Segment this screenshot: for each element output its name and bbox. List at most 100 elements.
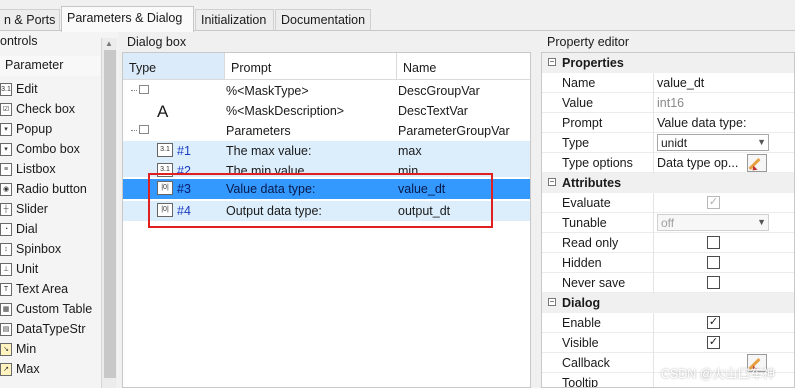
textarea-icon: T bbox=[0, 283, 12, 296]
control-slider[interactable]: ┼ Slider bbox=[0, 200, 100, 220]
parameter-label: Parameter bbox=[5, 58, 64, 72]
chevron-down-icon: ▼ bbox=[757, 137, 766, 147]
chevron-down-icon: ▼ bbox=[757, 217, 766, 227]
tab-bar: n & Ports Parameters & Dialog Initializa… bbox=[0, 0, 795, 32]
spinbox-icon: ↕ bbox=[0, 243, 12, 256]
tunable-select[interactable]: off ▼ bbox=[657, 214, 769, 231]
control-spinbox[interactable]: ↕ Spinbox bbox=[0, 240, 100, 260]
tree-connector bbox=[131, 130, 137, 131]
prop-prompt-row[interactable]: Prompt Value data type: bbox=[542, 113, 794, 133]
scrollbar-thumb[interactable] bbox=[104, 50, 116, 378]
pencil-edit-icon[interactable] bbox=[747, 154, 767, 173]
prop-value-value[interactable]: int16 bbox=[657, 96, 684, 110]
control-datatypestr[interactable]: ▤ DataTypeStr bbox=[0, 320, 100, 340]
dialog-box-title: Dialog box bbox=[127, 35, 187, 49]
slider-icon: ┼ bbox=[0, 203, 12, 216]
table-row[interactable]: A %<MaskDescription> DescTextVar bbox=[123, 101, 530, 121]
unit-icon: ⊥ bbox=[0, 263, 12, 276]
table-row[interactable]: Parameters ParameterGroupVar bbox=[123, 121, 530, 141]
control-min[interactable]: ↘ Min bbox=[0, 340, 100, 360]
tab-ports[interactable]: n & Ports bbox=[0, 9, 60, 31]
section-attributes[interactable]: − Attributes bbox=[542, 173, 794, 193]
prop-prompt-value[interactable]: Value data type: bbox=[657, 116, 746, 130]
row-name: max bbox=[398, 144, 422, 158]
control-edit[interactable]: 3.1 Edit bbox=[0, 80, 100, 100]
row-prompt: %<MaskType> bbox=[226, 84, 309, 98]
control-combo-box[interactable]: ▾ Combo box bbox=[0, 140, 100, 160]
popup-icon: ▾ bbox=[0, 123, 12, 136]
evaluate-checkbox[interactable]: ✓ bbox=[707, 196, 720, 209]
read-only-checkbox[interactable] bbox=[707, 236, 720, 249]
control-listbox[interactable]: ≡ Listbox bbox=[0, 160, 100, 180]
control-text-area[interactable]: T Text Area bbox=[0, 280, 100, 300]
enable-checkbox[interactable]: ✓ bbox=[707, 316, 720, 329]
control-check-box[interactable]: ☑ Check box bbox=[0, 100, 100, 120]
radio-icon: ◉ bbox=[0, 183, 12, 196]
group-box-icon bbox=[139, 125, 149, 134]
column-header-prompt[interactable]: Prompt bbox=[225, 53, 397, 80]
hidden-checkbox[interactable] bbox=[707, 256, 720, 269]
listbox-icon: ≡ bbox=[0, 163, 12, 176]
section-properties[interactable]: − Properties bbox=[542, 53, 794, 73]
control-dial[interactable]: ◔ Dial bbox=[0, 220, 100, 240]
control-unit[interactable]: ⊥ Unit bbox=[0, 260, 100, 280]
column-header-type[interactable]: Type bbox=[123, 53, 225, 80]
attr-tunable-row: Tunable off ▼ bbox=[542, 213, 794, 233]
row-prompt: %<MaskDescription> bbox=[226, 104, 345, 118]
tab-documentation[interactable]: Documentation bbox=[275, 9, 371, 31]
tab-initialization[interactable]: Initialization bbox=[195, 9, 274, 31]
min-icon: ↘ bbox=[0, 343, 12, 356]
attr-never-save-row: Never save bbox=[542, 273, 794, 293]
prop-type-options-row[interactable]: Type options Data type op... bbox=[542, 153, 794, 173]
checkbox-icon: ☑ bbox=[0, 103, 12, 116]
prop-type-row[interactable]: Type unidt ▼ bbox=[542, 133, 794, 153]
tab-parameters-dialog[interactable]: Parameters & Dialog bbox=[61, 6, 194, 32]
prop-name-value[interactable]: value_dt bbox=[657, 76, 704, 90]
visible-checkbox[interactable]: ✓ bbox=[707, 336, 720, 349]
highlight-box-rows bbox=[148, 173, 493, 228]
table-icon: ▦ bbox=[0, 303, 12, 316]
table-row[interactable]: 3.1 #1 The max value: max bbox=[123, 141, 530, 161]
control-popup[interactable]: ▾ Popup bbox=[0, 120, 100, 140]
row-number: #1 bbox=[177, 144, 191, 158]
attr-evaluate-row: Evaluate ✓ bbox=[542, 193, 794, 213]
text-type-icon: A bbox=[157, 102, 169, 121]
column-header-name[interactable]: Name bbox=[397, 53, 530, 80]
dial-icon: ◔ bbox=[0, 223, 12, 236]
table-row[interactable]: %<MaskType> DescGroupVar bbox=[123, 81, 530, 101]
scroll-up-icon[interactable]: ▲ bbox=[105, 39, 113, 48]
datatype-icon: ▤ bbox=[0, 323, 12, 336]
controls-scrollbar[interactable]: ▲ bbox=[101, 38, 117, 388]
row-prompt: The max value: bbox=[226, 144, 312, 158]
collapse-icon[interactable]: − bbox=[548, 58, 556, 66]
edit-icon: 3.1 bbox=[0, 83, 12, 96]
row-prompt: Parameters bbox=[226, 124, 291, 138]
control-max[interactable]: ↗ Max bbox=[0, 360, 100, 380]
max-icon: ↗ bbox=[0, 363, 12, 376]
row-name: DescGroupVar bbox=[398, 84, 480, 98]
dialog-visible-row: Visible ✓ bbox=[542, 333, 794, 353]
control-custom-table[interactable]: ▦ Custom Table bbox=[0, 300, 100, 320]
parameter-group: Parameter bbox=[0, 56, 100, 76]
controls-list: 3.1 Edit ☑ Check box ▾ Popup ▾ Combo box ≡ Li… bbox=[0, 80, 100, 388]
property-editor-title: Property editor bbox=[547, 35, 629, 49]
type-options-value: Data type op... bbox=[657, 156, 739, 170]
prop-name-row[interactable]: Name value_dt bbox=[542, 73, 794, 93]
never-save-checkbox[interactable] bbox=[707, 276, 720, 289]
type-select[interactable]: unidt ▼ bbox=[657, 134, 769, 151]
group-box-icon bbox=[139, 85, 149, 94]
section-dialog[interactable]: − Dialog bbox=[542, 293, 794, 313]
prop-value-row[interactable]: Value int16 bbox=[542, 93, 794, 113]
collapse-icon[interactable]: − bbox=[548, 178, 556, 186]
control-radio-button[interactable]: ◉ Radio button bbox=[0, 180, 100, 200]
dialog-enable-row: Enable ✓ bbox=[542, 313, 794, 333]
controls-title: ontrols bbox=[0, 34, 38, 48]
watermark: CSDN @火山口车神 bbox=[660, 367, 775, 381]
property-editor: − Properties Name value_dt Value int16 Prom… bbox=[541, 52, 795, 388]
row-name: ParameterGroupVar bbox=[398, 124, 510, 138]
edit-param-icon: 3.1 bbox=[157, 143, 173, 157]
combobox-icon: ▾ bbox=[0, 143, 12, 156]
attr-read-only-row: Read only bbox=[542, 233, 794, 253]
row-name: DescTextVar bbox=[398, 104, 468, 118]
collapse-icon[interactable]: − bbox=[548, 298, 556, 306]
